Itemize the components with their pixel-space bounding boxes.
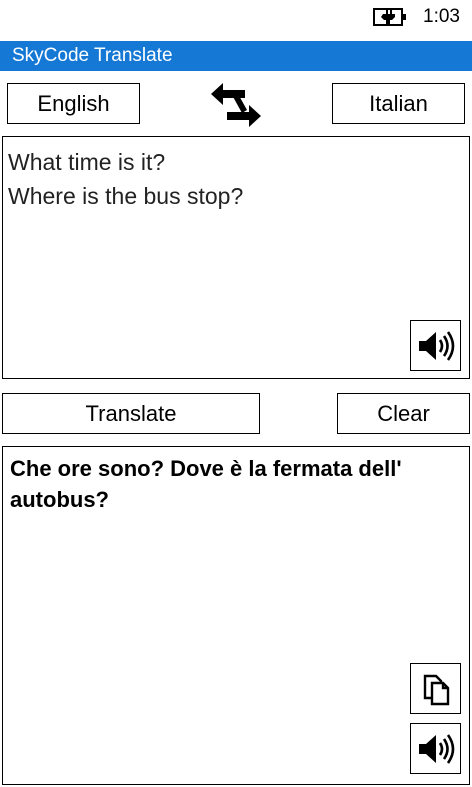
title-bar: SkyCode Translate — [0, 41, 472, 71]
speaker-icon — [418, 330, 454, 361]
speak-source-button[interactable] — [410, 320, 461, 371]
copy-translation-button[interactable] — [410, 663, 461, 714]
source-text: What time is it? Where is the bus stop? — [8, 145, 461, 213]
speaker-icon — [418, 733, 454, 764]
speak-translation-button[interactable] — [410, 723, 461, 774]
copy-icon — [423, 674, 449, 705]
translate-label: Translate — [85, 400, 177, 426]
battery-charging-icon — [373, 8, 406, 26]
app-window: 1:03 SkyCode Translate English Italian W… — [0, 0, 472, 787]
target-language-label: Italian — [369, 90, 428, 116]
source-text-line: What time is it? — [8, 149, 166, 175]
translate-button[interactable]: Translate — [2, 393, 260, 434]
app-title: SkyCode Translate — [12, 45, 173, 66]
source-language-label: English — [37, 90, 110, 116]
swap-arrows-icon — [211, 83, 261, 127]
swap-languages-button[interactable] — [207, 80, 265, 128]
clock: 1:03 — [423, 6, 460, 27]
source-text-input[interactable]: What time is it? Where is the bus stop? — [2, 136, 470, 379]
source-text-line: Where is the bus stop? — [8, 183, 244, 209]
target-language-button[interactable]: Italian — [332, 83, 465, 124]
clear-label: Clear — [377, 400, 430, 426]
source-language-button[interactable]: English — [7, 83, 140, 124]
clear-button[interactable]: Clear — [337, 393, 470, 434]
status-bar: 1:03 — [0, 0, 472, 34]
translated-text: Che ore sono? Dove è la fermata dell' au… — [10, 456, 402, 512]
translation-output[interactable]: Che ore sono? Dove è la fermata dell' au… — [2, 446, 470, 785]
